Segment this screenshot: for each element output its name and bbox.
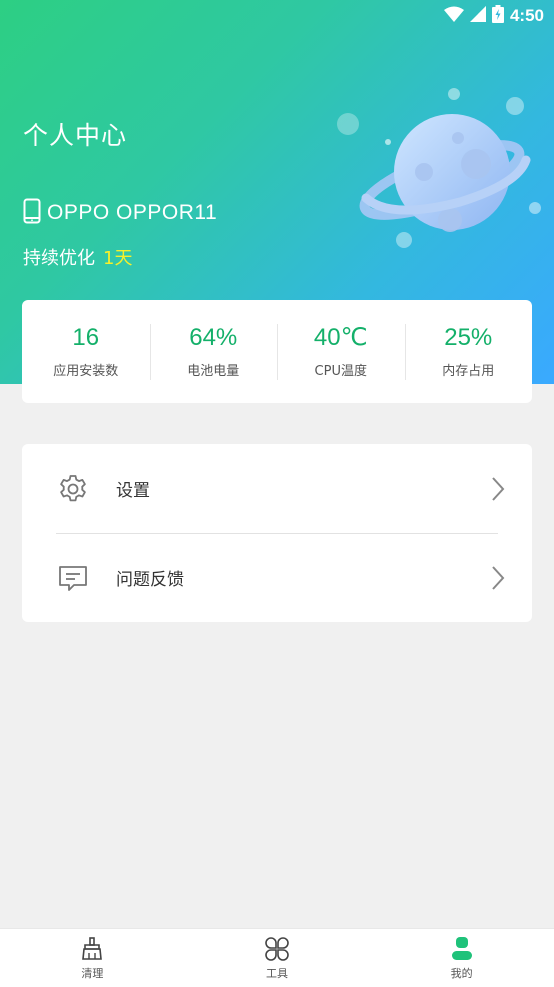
menu-item-feedback[interactable]: 问题反馈 (22, 533, 532, 622)
nav-label-mine: 我的 (450, 966, 473, 980)
page-title: 个人中心 (23, 121, 128, 150)
stat-value: 16 (72, 324, 100, 351)
stat-cpu-temperature: 40℃ CPU温度 (277, 323, 405, 380)
chevron-right-icon (492, 565, 505, 590)
stat-label: CPU温度 (314, 364, 367, 379)
nav-label-clean: 清理 (81, 966, 104, 980)
stat-value: 40℃ (313, 324, 368, 351)
chevron-right-icon (492, 476, 505, 501)
phone-icon (23, 198, 41, 228)
status-bar: 4:50 (443, 4, 544, 28)
signal-icon (469, 6, 486, 26)
user-icon (449, 936, 475, 962)
menu-label-feedback: 问题反馈 (116, 570, 184, 590)
menu-label-settings: 设置 (116, 481, 150, 501)
optimize-days: 1天 (103, 248, 133, 269)
stat-memory-usage: 25% 内存占用 (404, 323, 533, 380)
menu-card: 设置 问题反馈 (22, 444, 532, 622)
nav-item-clean[interactable]: 清理 (0, 929, 185, 987)
feedback-icon (56, 561, 90, 595)
optimize-label: 持续优化 (23, 248, 95, 269)
device-info: OPPO OPPOR11 (23, 198, 217, 228)
optimize-status: 持续优化 1天 (23, 244, 132, 270)
stat-value: 64% (189, 324, 238, 351)
broom-icon (79, 936, 105, 962)
device-stats-card: 16 应用安装数 64% 电池电量 40℃ CPU温度 25% 内存占用 (22, 300, 532, 403)
status-time: 4:50 (509, 6, 544, 25)
stat-value: 25% (444, 324, 493, 351)
tools-icon (264, 936, 290, 962)
wifi-icon (443, 6, 464, 26)
device-name: OPPO OPPOR11 (47, 201, 218, 224)
stat-label: 应用安装数 (53, 364, 119, 379)
nav-item-tools[interactable]: 工具 (185, 929, 370, 987)
stat-battery: 64% 电池电量 (149, 323, 278, 380)
nav-label-tools: 工具 (266, 966, 288, 980)
gear-icon (56, 472, 90, 506)
menu-item-settings[interactable]: 设置 (22, 444, 532, 533)
stat-label: 内存占用 (442, 364, 495, 379)
stat-apps-installed: 16 应用安装数 (22, 324, 150, 380)
stat-label: 电池电量 (187, 364, 240, 379)
battery-icon (491, 5, 504, 27)
bottom-navigation: 清理 工具 我的 (0, 928, 554, 987)
planet-illustration (337, 88, 541, 248)
nav-item-mine[interactable]: 我的 (369, 929, 554, 987)
